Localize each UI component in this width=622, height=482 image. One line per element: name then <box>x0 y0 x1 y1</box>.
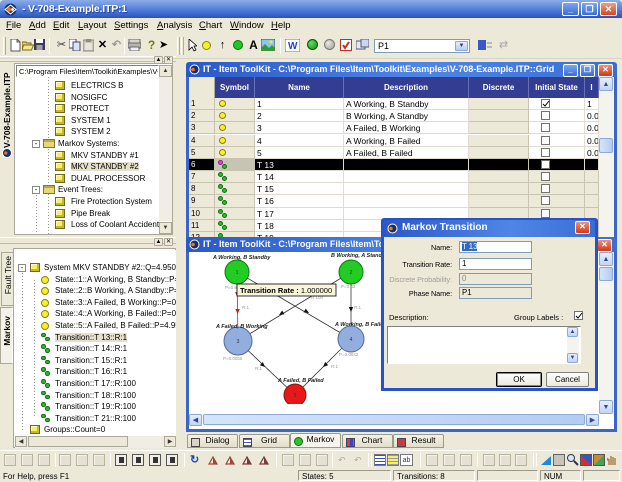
svg-text:P=0.0042: P=0.0042 <box>339 352 359 357</box>
svg-text:5: 5 <box>294 393 297 399</box>
svg-text:4: 4 <box>350 337 353 343</box>
svg-text:R:1: R:1 <box>242 305 250 310</box>
svg-text:1: 1 <box>236 270 239 276</box>
svg-text:Transition Rate : 1.000000: Transition Rate : 1.000000 <box>240 286 332 295</box>
svg-text:2: 2 <box>350 270 353 276</box>
svg-text:R:1: R:1 <box>331 364 339 369</box>
svg-text:A Failed, B Working: A Failed, B Working <box>215 324 268 330</box>
svg-text:A Failed, B Failed: A Failed, B Failed <box>277 378 324 384</box>
svg-text:P=0.0056: P=0.0056 <box>223 356 243 361</box>
svg-text:A Working, B Standby: A Working, B Standby <box>212 255 271 261</box>
svg-text:W: W <box>288 41 298 52</box>
svg-text:A Working, B Failed: A Working, B Failed <box>334 322 387 328</box>
svg-text:3: 3 <box>237 339 240 345</box>
svg-text:R:1: R:1 <box>354 305 362 310</box>
svg-text:P=0.42: P=0.42 <box>341 284 356 289</box>
svg-text:R:1: R:1 <box>255 366 263 371</box>
